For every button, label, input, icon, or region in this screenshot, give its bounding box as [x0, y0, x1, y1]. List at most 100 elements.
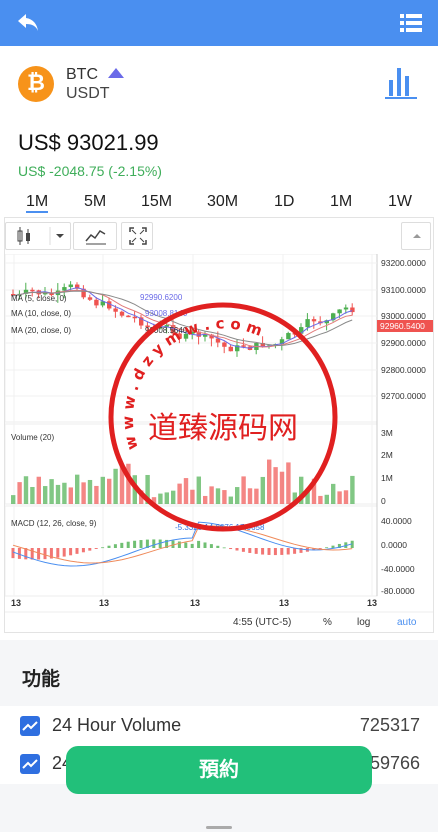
candle: [337, 309, 342, 314]
macd-histogram-bar: [107, 545, 111, 548]
candle: [119, 311, 125, 316]
function-row-volume[interactable]: 24 Hour Volume 725317: [0, 706, 438, 746]
candle: [68, 284, 73, 288]
tab-15m[interactable]: 15M: [141, 193, 172, 211]
volume-bar: [30, 486, 35, 504]
trend-chart-icon: [20, 716, 40, 736]
macd-histogram-bar: [248, 548, 252, 553]
volume-bar: [43, 486, 48, 504]
price-axis-label: 92700.0000: [381, 391, 426, 401]
volume-bar: [337, 491, 342, 504]
volume-bar: [139, 490, 144, 504]
candle: [305, 319, 310, 328]
macd-histogram-bar: [203, 542, 207, 548]
functions-title: 功能: [22, 669, 61, 690]
candle: [87, 297, 93, 300]
bitcoin-logo-icon: ₿: [18, 66, 54, 102]
candle: [286, 333, 291, 340]
time-tick: 13: [11, 598, 21, 608]
log-scale-button[interactable]: log: [357, 617, 370, 628]
volume-bar: [324, 494, 329, 504]
volume-bar: [215, 488, 221, 504]
macd-histogram-bar: [152, 539, 156, 548]
auto-scale-button[interactable]: auto: [397, 617, 417, 628]
tab-1m[interactable]: 1M: [26, 193, 49, 213]
volume-bar: [311, 478, 317, 504]
macd-histogram-bar: [209, 544, 213, 548]
ma20-value: 93008.5640: [145, 326, 188, 335]
macd-legend: MACD (12, 26, close, 9): [11, 519, 97, 528]
reserve-button[interactable]: 預約: [66, 746, 372, 794]
function-value: 59766: [369, 753, 420, 773]
function-value: 725317: [359, 715, 420, 735]
back-arrow-icon[interactable]: [14, 9, 42, 37]
volume-bar: [343, 490, 349, 504]
candle: [94, 299, 99, 306]
price-change: US$ -2048.75 (-2.15%): [18, 163, 162, 179]
candle: [241, 345, 246, 347]
volume-legend: Volume (20): [11, 433, 54, 442]
volume-bar: [75, 474, 80, 504]
last-price-label: 92960.5400: [380, 321, 425, 331]
ma20-legend: MA (20, close, 0): [11, 326, 71, 335]
volume-bar: [260, 476, 265, 504]
chart-style-dropdown[interactable]: [5, 222, 71, 250]
current-price: US$ 93021.99: [18, 130, 159, 155]
ma10-value: 93008.8140: [145, 309, 188, 318]
volume-bar: [196, 476, 201, 504]
timeframe-tabs: 1M 5M 15M 30M 1D 1M 1W: [0, 193, 438, 217]
collapse-button[interactable]: [401, 222, 431, 250]
volume-bar: [183, 478, 189, 504]
chevron-up-icon: [413, 234, 421, 238]
macd-axis-label: -80.0000: [381, 586, 415, 596]
volume-bar: [209, 486, 214, 504]
indicators-icon: [85, 230, 106, 245]
macd-histogram-bar: [254, 548, 258, 554]
bar-chart-icon[interactable]: [384, 64, 418, 100]
trend-chart-icon: [20, 754, 40, 774]
volume-bar: [292, 492, 297, 504]
macd-histogram-bar: [43, 548, 47, 560]
tab-1mo[interactable]: 1M: [330, 193, 352, 211]
candle: [292, 333, 297, 335]
macd-histogram-bar: [184, 542, 188, 548]
ma5-value: 92990.6200: [140, 293, 183, 302]
macd-histogram-bar: [261, 548, 265, 555]
time-tick: 13: [367, 598, 377, 608]
macd-axis-label: 0.0000: [381, 540, 407, 550]
tab-1d[interactable]: 1D: [274, 193, 294, 211]
volume-bar: [299, 476, 304, 504]
percent-scale-button[interactable]: %: [323, 617, 332, 628]
volume-bar: [164, 492, 169, 504]
volume-bar: [119, 464, 125, 504]
macd-histogram-bar: [197, 540, 201, 548]
volume-bar: [305, 488, 310, 504]
macd-histogram-bar: [286, 548, 290, 555]
time-tick: 13: [190, 598, 200, 608]
tab-1w[interactable]: 1W: [388, 193, 412, 211]
volume-axis-label: 3M: [381, 428, 393, 438]
chart-canvas[interactable]: MA (5, close, 0) 92990.6200 MA (10, clos…: [5, 254, 433, 632]
volume-bar: [68, 487, 73, 504]
function-label: 24 Hour Volume: [52, 715, 182, 735]
tab-30m[interactable]: 30M: [207, 193, 238, 211]
volume-axis-label: 0: [381, 496, 386, 506]
macd-histogram-bar: [331, 545, 335, 548]
candle: [222, 342, 227, 347]
price-axis-label: 92900.0000: [381, 338, 426, 348]
macd-histogram-bar: [222, 547, 226, 549]
time-display: 4:55 (UTC-5): [233, 617, 291, 628]
time-tick: 13: [99, 598, 109, 608]
list-icon[interactable]: [398, 10, 424, 36]
app-header: [0, 0, 438, 46]
macd-histogram-bar: [81, 548, 85, 553]
candle: [113, 308, 118, 312]
fullscreen-button[interactable]: [121, 222, 153, 250]
tab-5m[interactable]: 5M: [84, 193, 106, 211]
macd-histogram-bar: [126, 541, 130, 548]
indicators-button[interactable]: [73, 222, 117, 250]
macd-histogram-bar: [280, 548, 284, 555]
candle: [132, 316, 137, 319]
price-chart-widget: MA (5, close, 0) 92990.6200 MA (10, clos…: [4, 217, 434, 633]
volume-bar: [100, 476, 105, 504]
